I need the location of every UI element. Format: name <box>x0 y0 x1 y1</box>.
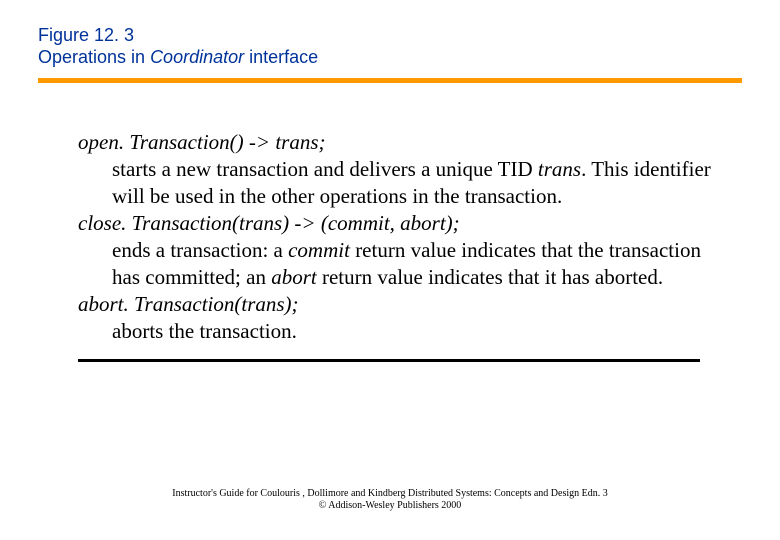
title-suffix: interface <box>244 47 318 67</box>
open-transaction-description: starts a new transaction and delivers a … <box>112 156 720 210</box>
slide-footer: Instructor's Guide for Coulouris , Dolli… <box>0 488 780 512</box>
footer-line-1: Instructor's Guide for Coulouris , Dolli… <box>0 488 780 500</box>
footer-line-2: © Addison-Wesley Publishers 2000 <box>0 500 780 512</box>
body-divider <box>78 359 700 362</box>
close-desc-before: ends a transaction: a <box>112 238 288 262</box>
open-desc-before: starts a new transaction and delivers a … <box>112 157 538 181</box>
slide: Figure 12. 3 Operations in Coordinator i… <box>0 0 780 540</box>
title-prefix: Operations in <box>38 47 150 67</box>
title-italic: Coordinator <box>150 47 244 67</box>
close-desc-keyword-abort: abort <box>271 265 317 289</box>
close-transaction-description: ends a transaction: a commit return valu… <box>112 237 720 291</box>
open-desc-keyword-trans: trans <box>538 157 581 181</box>
operations-body: open. Transaction() -> trans; starts a n… <box>0 83 780 345</box>
close-desc-keyword-commit: commit <box>288 238 350 262</box>
close-transaction-signature: close. Transaction(trans) -> (commit, ab… <box>78 210 720 237</box>
close-desc-after: return value indicates that it has abort… <box>317 265 663 289</box>
figure-number: Figure 12. 3 <box>38 24 780 46</box>
abort-transaction-description: aborts the transaction. <box>112 318 720 345</box>
figure-title: Operations in Coordinator interface <box>38 46 780 68</box>
slide-header: Figure 12. 3 Operations in Coordinator i… <box>0 0 780 68</box>
abort-transaction-signature: abort. Transaction(trans); <box>78 291 720 318</box>
open-transaction-signature: open. Transaction() -> trans; <box>78 129 720 156</box>
